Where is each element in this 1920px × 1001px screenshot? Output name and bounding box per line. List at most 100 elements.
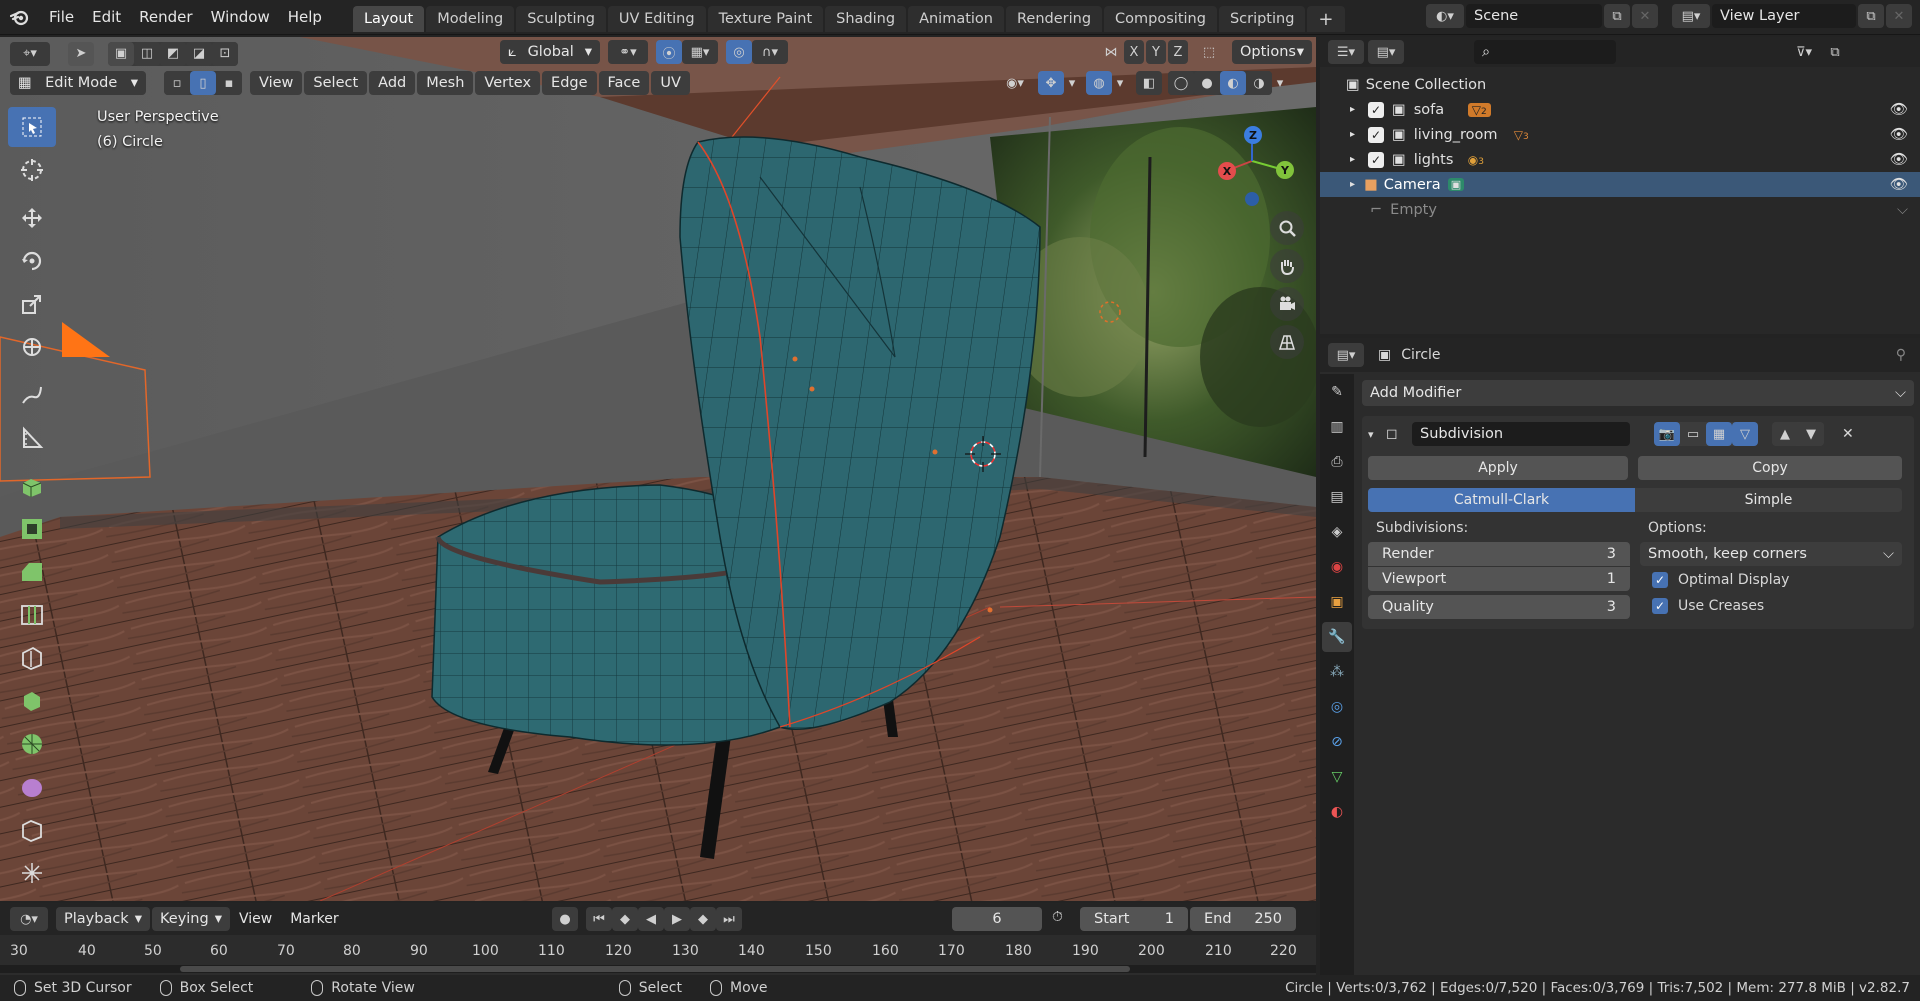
modifier-name-input[interactable]: Subdivision bbox=[1412, 422, 1630, 446]
menu-uv[interactable]: UV bbox=[651, 71, 690, 95]
on-cage-icon[interactable]: ▽ bbox=[1732, 422, 1758, 446]
timeline-menu-view[interactable]: View bbox=[230, 906, 281, 932]
inset-tool-icon[interactable] bbox=[8, 509, 56, 549]
tool-tab-icon[interactable]: ✎ bbox=[1322, 377, 1352, 407]
eye-icon[interactable]: 👁 bbox=[1890, 176, 1908, 193]
pin-icon[interactable]: ⚲ bbox=[1896, 347, 1906, 363]
face-select-icon[interactable]: ▪ bbox=[216, 71, 242, 95]
world-tab-icon[interactable]: ◉ bbox=[1322, 552, 1352, 582]
pan-hand-icon[interactable] bbox=[1270, 249, 1304, 283]
show-in-render-icon[interactable]: 📷 bbox=[1654, 422, 1680, 446]
solid-shading-icon[interactable]: ● bbox=[1194, 71, 1220, 95]
timeline-editor-type-icon[interactable]: ◔▾ bbox=[10, 907, 48, 931]
move-up-icon[interactable]: ▲ bbox=[1772, 422, 1798, 446]
display-mode-icon[interactable]: ▤▾ bbox=[1368, 40, 1404, 64]
particles-tab-icon[interactable]: ⁂ bbox=[1322, 657, 1352, 687]
move-down-icon[interactable]: ▼ bbox=[1798, 422, 1824, 446]
poly-build-tool-icon[interactable] bbox=[8, 681, 56, 721]
quality-field[interactable]: Quality 3 bbox=[1368, 595, 1630, 619]
keying-dropdown[interactable]: Keying ▾ bbox=[151, 907, 230, 931]
measure-tool-icon[interactable] bbox=[8, 418, 56, 458]
menu-vertex[interactable]: Vertex bbox=[475, 71, 541, 95]
select-box-tool-icon[interactable] bbox=[8, 107, 56, 147]
show-in-viewport-icon[interactable]: ▭ bbox=[1680, 422, 1706, 446]
tab-scripting[interactable]: Scripting bbox=[1218, 6, 1306, 32]
bevel-tool-icon[interactable] bbox=[8, 552, 56, 592]
playback-dropdown[interactable]: Playback ▾ bbox=[56, 907, 150, 931]
eye-icon[interactable]: 👁 bbox=[1890, 126, 1908, 143]
viewport-levels-field[interactable]: Viewport 1 bbox=[1368, 567, 1630, 591]
timeline-ruler[interactable]: 30 40 50 60 70 80 90 100 110 120 130 140… bbox=[0, 935, 1316, 975]
gizmo-dropdown-icon[interactable]: ▾ bbox=[1064, 71, 1080, 95]
collapse-arrow-icon[interactable]: ▾ bbox=[1368, 428, 1386, 441]
select-tool-icon[interactable]: ➤ bbox=[68, 41, 94, 66]
smooth-tool-icon[interactable] bbox=[8, 767, 56, 807]
end-frame-field[interactable]: End 250 bbox=[1190, 907, 1296, 931]
menu-mesh[interactable]: Mesh bbox=[417, 71, 474, 95]
outliner-editor-type-icon[interactable]: ☰▾ bbox=[1328, 40, 1364, 64]
show-in-editmode-icon[interactable]: ▦ bbox=[1706, 422, 1732, 446]
move-tool-icon[interactable] bbox=[8, 198, 56, 238]
preview-range-icon[interactable]: ⏱ bbox=[1052, 909, 1063, 925]
jump-start-icon[interactable]: ⏮ bbox=[586, 907, 612, 931]
select-intersect-icon[interactable]: ⊡ bbox=[212, 41, 238, 66]
axis-y-toggle[interactable]: Y bbox=[1146, 40, 1166, 64]
object-tab-icon[interactable]: ▣ bbox=[1322, 587, 1352, 617]
optimal-display-row[interactable]: ✓ Optimal Display bbox=[1640, 568, 1902, 592]
tab-sculpting[interactable]: Sculpting bbox=[516, 6, 606, 32]
start-frame-field[interactable]: Start 1 bbox=[1080, 907, 1188, 931]
shading-dropdown-icon[interactable]: ▾ bbox=[1272, 71, 1288, 95]
jump-end-icon[interactable]: ⏭ bbox=[716, 907, 742, 931]
vertex-select-icon[interactable]: ▫ bbox=[164, 71, 190, 95]
prev-keyframe-icon[interactable]: ◆ bbox=[612, 907, 638, 931]
zoom-icon[interactable] bbox=[1270, 211, 1304, 245]
edge-select-icon[interactable]: ▯ bbox=[190, 71, 216, 95]
rendered-shading-icon[interactable]: ◑ bbox=[1246, 71, 1272, 95]
expand-arrow-icon[interactable]: ▸ bbox=[1350, 129, 1364, 140]
tab-uv-editing[interactable]: UV Editing bbox=[607, 6, 706, 32]
view-layer-icon[interactable]: ▤▾ bbox=[1672, 4, 1710, 28]
scene-collection-row[interactable]: ▣ Scene Collection bbox=[1320, 72, 1920, 97]
axis-z-toggle[interactable]: Z bbox=[1168, 40, 1188, 64]
use-creases-checkbox[interactable]: ✓ bbox=[1652, 598, 1668, 614]
new-view-layer-icon[interactable]: ⧉ bbox=[1858, 4, 1884, 28]
spin-tool-icon[interactable] bbox=[8, 724, 56, 764]
options-dropdown[interactable]: Options ▾ bbox=[1232, 40, 1312, 64]
tab-rendering[interactable]: Rendering bbox=[1006, 6, 1103, 32]
select-difference-icon[interactable]: ◪ bbox=[186, 41, 212, 66]
timeline-menu-marker[interactable]: Marker bbox=[281, 906, 347, 932]
menu-edit[interactable]: Edit bbox=[83, 4, 130, 30]
scene-icon[interactable]: ◐▾ bbox=[1426, 4, 1464, 28]
outliner-item-sofa[interactable]: ▸ ✓ ▣ sofa ▽2 👁 bbox=[1320, 97, 1920, 122]
menu-help[interactable]: Help bbox=[279, 4, 331, 30]
axis-x-toggle[interactable]: X bbox=[1124, 40, 1144, 64]
new-collection-icon[interactable]: ⧉ bbox=[1822, 40, 1848, 64]
play-icon[interactable]: ▶ bbox=[664, 907, 690, 931]
falloff-icon[interactable]: ∩▾ bbox=[752, 40, 788, 64]
menu-file[interactable]: File bbox=[40, 4, 83, 30]
physics-tab-icon[interactable]: ◎ bbox=[1322, 692, 1352, 722]
knife-tool-icon[interactable] bbox=[8, 638, 56, 678]
delete-scene-icon[interactable]: ✕ bbox=[1632, 4, 1658, 28]
transform-orientation-dropdown[interactable]: ⟀ Global ▾ bbox=[500, 40, 600, 64]
eye-icon[interactable]: 👁 bbox=[1890, 101, 1908, 118]
3d-viewport[interactable]: ⌖▾ ➤ ▣ ◫ ◩ ◪ ⊡ ⟀ Global ▾ ⚭▾ ⦿ ▦▾ ◎ ∩▾ ⋈ X… bbox=[0, 37, 1316, 901]
extrude-tool-icon[interactable] bbox=[8, 466, 56, 506]
gizmo-x-axis[interactable]: X bbox=[1218, 162, 1236, 180]
editor-type-icon[interactable]: ⌖▾ bbox=[10, 41, 50, 66]
overlay-toggle-icon[interactable]: ◍ bbox=[1086, 71, 1112, 95]
data-tab-icon[interactable]: ▽ bbox=[1322, 762, 1352, 792]
render-tab-icon[interactable]: ▥ bbox=[1322, 412, 1352, 442]
material-tab-icon[interactable]: ◐ bbox=[1322, 797, 1352, 827]
material-shading-icon[interactable]: ◐ bbox=[1220, 71, 1246, 95]
wireframe-shading-icon[interactable]: ◯ bbox=[1168, 71, 1194, 95]
select-box-new-icon[interactable]: ▣ bbox=[108, 41, 134, 66]
proportional-edit-icon[interactable]: ◎ bbox=[726, 40, 752, 64]
view-layer-field[interactable]: View Layer bbox=[1712, 4, 1856, 28]
xray-icon[interactable]: ◧ bbox=[1136, 71, 1162, 95]
menu-render[interactable]: Render bbox=[130, 4, 201, 30]
uv-smooth-dropdown[interactable]: Smooth, keep corners ⌵ bbox=[1640, 542, 1902, 566]
mode-dropdown[interactable]: ▦ Edit Mode ▾ bbox=[10, 71, 146, 95]
rotate-tool-icon[interactable] bbox=[8, 241, 56, 281]
optimal-display-checkbox[interactable]: ✓ bbox=[1652, 572, 1668, 588]
